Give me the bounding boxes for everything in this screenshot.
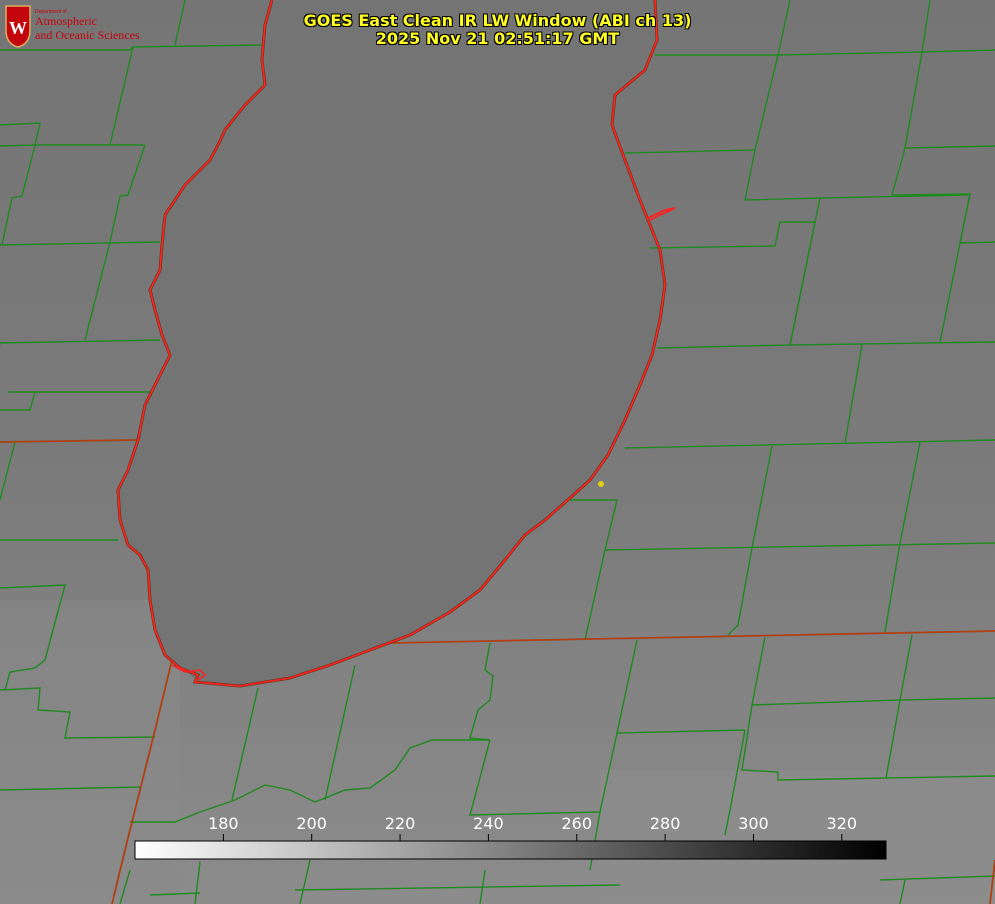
image-title: GOES East Clean IR LW Window (ABI ch 13): [303, 11, 692, 30]
image-timestamp: 2025 Nov 21 02:51:17 GMT: [375, 29, 620, 48]
colorbar-gradient: [134, 840, 887, 860]
colorbar-tick-label: 280: [649, 814, 681, 833]
colorbar-tick-label: 220: [384, 814, 416, 833]
colorbar-tick-label: 300: [738, 814, 769, 833]
ir-warm-patch: [600, 770, 995, 904]
colorbar-tick-label: 200: [296, 814, 327, 833]
city-marker: [598, 481, 604, 487]
colorbar-tick-label: 180: [208, 814, 239, 833]
colorbar-tick-label: 320: [826, 814, 858, 833]
colorbar-tick-label: 260: [561, 814, 593, 833]
colorbar-tick-label: 240: [473, 814, 504, 833]
satellite-map: W: [0, 0, 995, 904]
